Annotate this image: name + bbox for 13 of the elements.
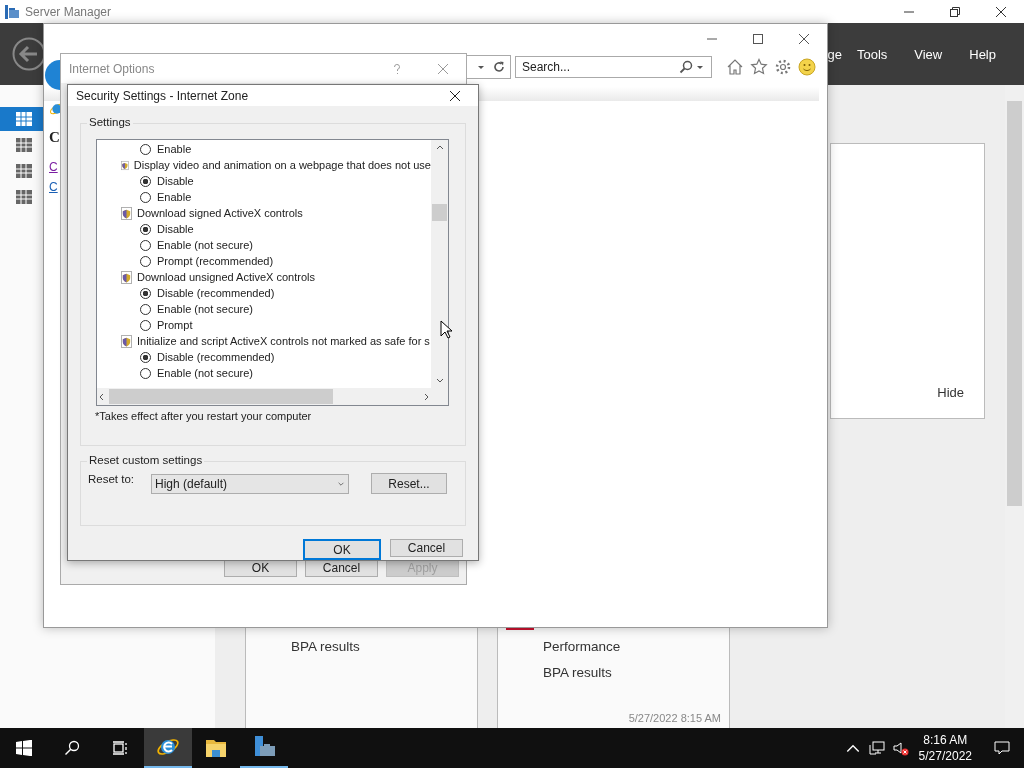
group-label: Settings: [87, 116, 133, 128]
field-label: Reset to:: [88, 473, 136, 485]
window-title: Server Manager: [25, 4, 112, 19]
setting-label: Download unsigned ActiveX controls: [137, 271, 315, 283]
setting-label: Initialize and script ActiveX controls not marked as safe for s: [137, 335, 430, 347]
dialog-title: Security Settings - Internet Zone: [76, 88, 249, 103]
setting-label: Display video and animation on a webpage that does not use: [133, 159, 431, 171]
dialog-title: Internet Options: [69, 61, 155, 76]
timestamp: 5/27/2022 8:15 AM: [628, 712, 721, 724]
page-heading: C: [49, 129, 60, 146]
note-text: *Takes effect after you restart your computer: [95, 410, 313, 422]
group-label: Reset custom settings: [87, 454, 205, 466]
setting-label: Download signed ActiveX controls: [137, 207, 303, 219]
